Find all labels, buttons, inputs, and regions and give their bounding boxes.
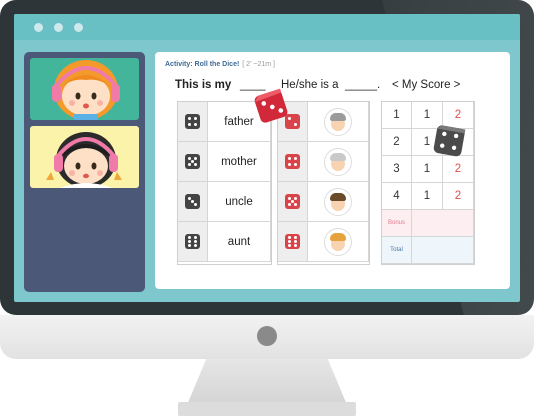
red-die-6-icon [285, 234, 300, 249]
power-button[interactable] [257, 326, 277, 346]
word-die-cell [178, 102, 208, 142]
sentence-blank-2: _____. [345, 79, 381, 91]
score-round-number: 4 [382, 183, 412, 210]
word-cell[interactable]: mother [208, 142, 271, 182]
score-cell-b: 2 [443, 183, 474, 210]
grandmother-icon [324, 147, 352, 176]
score-bonus-value: 2 [454, 109, 462, 121]
round-number: 2 [393, 136, 400, 148]
word-die-cell [178, 222, 208, 262]
window-minimize-dot[interactable] [54, 23, 63, 32]
word-die-cell [178, 182, 208, 222]
picture-die-cell [278, 182, 308, 222]
picture-cell[interactable] [308, 182, 369, 222]
picture-cell[interactable] [308, 142, 369, 182]
bonus-value-cell[interactable] [412, 210, 474, 237]
activity-title: Activity: Roll the Dice![ 2' ~21m ] [165, 61, 275, 68]
score-value: 1 [423, 109, 431, 121]
score-round-number: 3 [382, 156, 412, 183]
black-die-4-icon [185, 114, 200, 129]
student-girl-headphones-avatar [52, 60, 120, 120]
boy-icon [324, 187, 352, 216]
round-number: 3 [393, 163, 400, 175]
score-round-number: 2 [382, 129, 412, 156]
red-die-4-icon [285, 154, 300, 169]
activity-heading: Activity: Roll the Dice! [165, 61, 240, 68]
word-cell[interactable]: uncle [208, 182, 271, 222]
picture-cell[interactable] [308, 102, 369, 142]
score-round-number: 1 [382, 102, 412, 129]
window-maximize-dot[interactable] [74, 23, 83, 32]
bonus-label: Bonus [387, 220, 405, 226]
word-label: uncle [225, 195, 253, 208]
word-label: aunt [227, 235, 251, 248]
red-dice-icon[interactable] [252, 86, 292, 131]
picture-die-cell [278, 142, 308, 182]
my-score-label: < My Score > [392, 79, 461, 91]
gray-dice-icon[interactable] [430, 122, 470, 167]
picture-die-cell [278, 222, 308, 262]
round-number: 1 [393, 109, 400, 121]
word-cell[interactable]: aunt [208, 222, 271, 262]
activity-duration: [ 2' ~21m ] [242, 61, 275, 68]
bonus-label-cell: Bonus [382, 210, 412, 237]
window-titlebar [14, 14, 520, 40]
video-feed-student-2[interactable] [30, 126, 139, 188]
total-value-cell[interactable] [412, 237, 474, 264]
word-label: mother [221, 155, 257, 168]
monitor-stand-neck [187, 359, 347, 405]
black-die-6-icon [185, 234, 200, 249]
score-bonus-value: 2 [454, 190, 462, 202]
girl-icon [324, 227, 352, 256]
black-die-3-icon [185, 194, 200, 209]
monitor-stand-base [178, 402, 356, 416]
total-label-cell: Total [382, 237, 412, 264]
score-value: 1 [423, 190, 431, 202]
picture-cell[interactable] [308, 222, 369, 262]
video-feed-student-1[interactable] [30, 58, 139, 120]
grandfather-icon [324, 107, 352, 136]
red-die-5-icon [285, 194, 300, 209]
total-label: Total [390, 247, 403, 253]
score-cell-a: 1 [412, 183, 443, 210]
round-number: 4 [393, 190, 400, 202]
black-die-5-icon [185, 154, 200, 169]
sentence-part-1: This is my [175, 79, 232, 91]
window-close-dot[interactable] [34, 23, 43, 32]
word-label: father [224, 115, 254, 128]
word-die-cell [178, 142, 208, 182]
student-boy-headphones-avatar [46, 132, 122, 188]
